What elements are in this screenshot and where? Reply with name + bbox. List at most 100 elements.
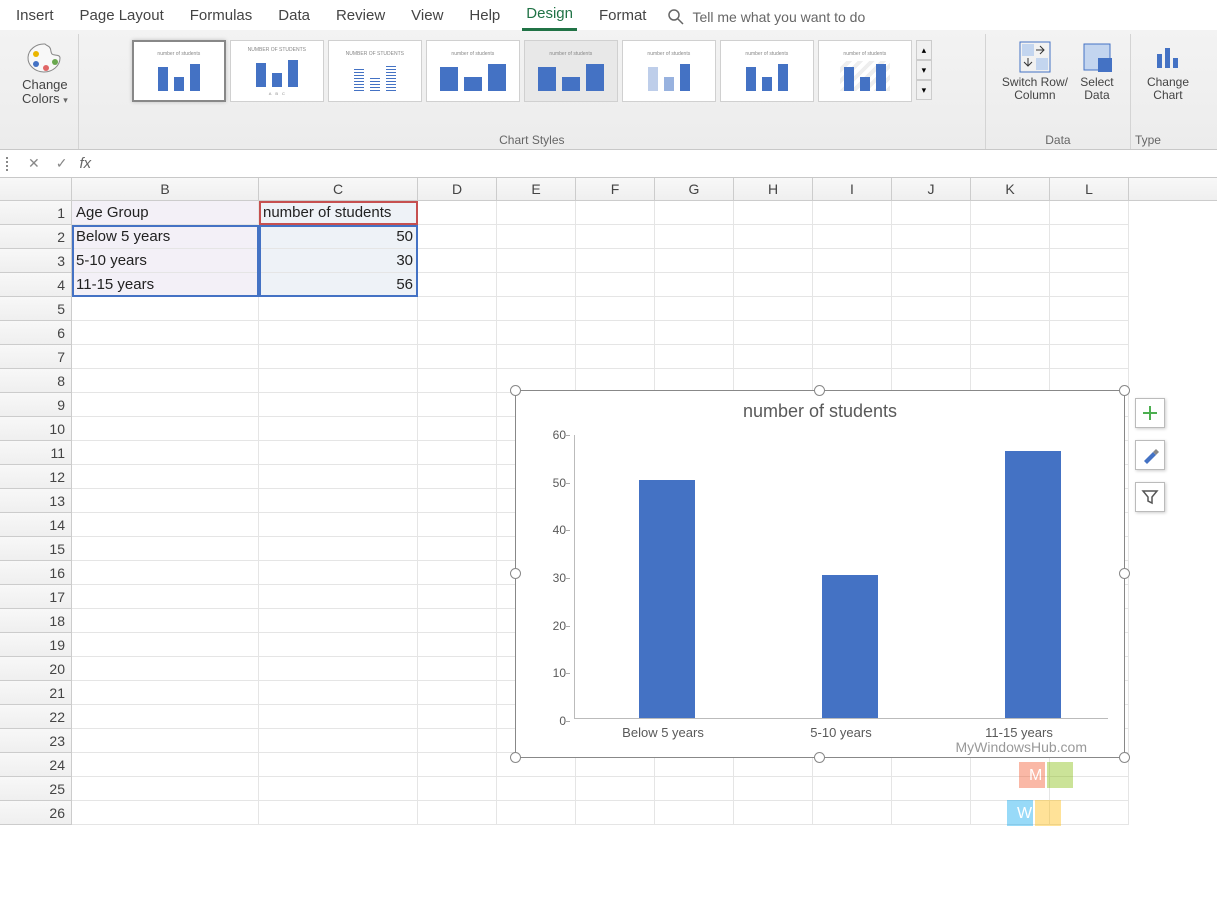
tab-format[interactable]: Format	[595, 5, 651, 30]
chart-handle-s[interactable]	[814, 752, 825, 763]
cell-E3[interactable]	[497, 249, 576, 273]
cell-D8[interactable]	[418, 369, 497, 393]
cell-G3[interactable]	[655, 249, 734, 273]
cell-B13[interactable]	[72, 489, 259, 513]
cell-L5[interactable]	[1050, 297, 1129, 321]
tab-page-layout[interactable]: Page Layout	[76, 5, 168, 30]
styles-more[interactable]: ▾	[916, 80, 932, 100]
chart-style-8[interactable]: number of students	[818, 40, 912, 102]
cell-B8[interactable]	[72, 369, 259, 393]
cell-D17[interactable]	[418, 585, 497, 609]
cell-J1[interactable]	[892, 201, 971, 225]
chart-handle-nw[interactable]	[510, 385, 521, 396]
cell-K7[interactable]	[971, 345, 1050, 369]
cell-I3[interactable]	[813, 249, 892, 273]
cell-G25[interactable]	[655, 777, 734, 801]
cell-E6[interactable]	[497, 321, 576, 345]
cell-K4[interactable]	[971, 273, 1050, 297]
cell-H5[interactable]	[734, 297, 813, 321]
cell-B22[interactable]	[72, 705, 259, 729]
cell-B26[interactable]	[72, 801, 259, 825]
cell-D15[interactable]	[418, 537, 497, 561]
cell-D10[interactable]	[418, 417, 497, 441]
cell-B18[interactable]	[72, 609, 259, 633]
row-header-5[interactable]: 5	[0, 297, 72, 321]
row-header-26[interactable]: 26	[0, 801, 72, 825]
switch-row-column-button[interactable]: Switch Row/ Column	[996, 36, 1074, 106]
cell-D12[interactable]	[418, 465, 497, 489]
row-header-15[interactable]: 15	[0, 537, 72, 561]
cell-F3[interactable]	[576, 249, 655, 273]
cell-J3[interactable]	[892, 249, 971, 273]
cell-H26[interactable]	[734, 801, 813, 825]
cell-C21[interactable]	[259, 681, 418, 705]
formula-cancel-button[interactable]: ✕	[24, 155, 44, 172]
cell-H4[interactable]	[734, 273, 813, 297]
tab-design[interactable]: Design	[522, 3, 577, 31]
cell-D1[interactable]	[418, 201, 497, 225]
row-header-16[interactable]: 16	[0, 561, 72, 585]
cell-B4[interactable]: 11-15 years	[72, 273, 259, 297]
cell-C4[interactable]: 56	[259, 273, 418, 297]
cell-D25[interactable]	[418, 777, 497, 801]
row-header-19[interactable]: 19	[0, 633, 72, 657]
cell-C13[interactable]	[259, 489, 418, 513]
cell-C3[interactable]: 30	[259, 249, 418, 273]
cell-J2[interactable]	[892, 225, 971, 249]
column-header-L[interactable]: L	[1050, 178, 1129, 200]
cell-L7[interactable]	[1050, 345, 1129, 369]
tab-review[interactable]: Review	[332, 5, 389, 30]
cell-I7[interactable]	[813, 345, 892, 369]
cell-J26[interactable]	[892, 801, 971, 825]
column-header-C[interactable]: C	[259, 178, 418, 200]
cell-G1[interactable]	[655, 201, 734, 225]
cell-D16[interactable]	[418, 561, 497, 585]
cell-J4[interactable]	[892, 273, 971, 297]
cell-E7[interactable]	[497, 345, 576, 369]
cell-E25[interactable]	[497, 777, 576, 801]
cell-J25[interactable]	[892, 777, 971, 801]
cell-H2[interactable]	[734, 225, 813, 249]
column-header-K[interactable]: K	[971, 178, 1050, 200]
row-header-18[interactable]: 18	[0, 609, 72, 633]
tab-data[interactable]: Data	[274, 5, 314, 30]
cell-I25[interactable]	[813, 777, 892, 801]
row-header-12[interactable]: 12	[0, 465, 72, 489]
cell-C23[interactable]	[259, 729, 418, 753]
cell-D18[interactable]	[418, 609, 497, 633]
cell-B21[interactable]	[72, 681, 259, 705]
column-header-G[interactable]: G	[655, 178, 734, 200]
cell-D4[interactable]	[418, 273, 497, 297]
bar-2[interactable]	[1005, 451, 1061, 718]
row-header-6[interactable]: 6	[0, 321, 72, 345]
cell-D6[interactable]	[418, 321, 497, 345]
cell-D20[interactable]	[418, 657, 497, 681]
column-header-E[interactable]: E	[497, 178, 576, 200]
cell-B14[interactable]	[72, 513, 259, 537]
cell-C19[interactable]	[259, 633, 418, 657]
row-header-23[interactable]: 23	[0, 729, 72, 753]
cell-L1[interactable]	[1050, 201, 1129, 225]
cell-B12[interactable]	[72, 465, 259, 489]
bar-0[interactable]	[639, 480, 695, 718]
cell-B19[interactable]	[72, 633, 259, 657]
cell-F1[interactable]	[576, 201, 655, 225]
cell-E1[interactable]	[497, 201, 576, 225]
cell-D24[interactable]	[418, 753, 497, 777]
cell-G4[interactable]	[655, 273, 734, 297]
cell-K6[interactable]	[971, 321, 1050, 345]
cell-L6[interactable]	[1050, 321, 1129, 345]
cell-C17[interactable]	[259, 585, 418, 609]
cell-D13[interactable]	[418, 489, 497, 513]
cell-B20[interactable]	[72, 657, 259, 681]
cell-K3[interactable]	[971, 249, 1050, 273]
chart-filter-button[interactable]	[1135, 482, 1165, 512]
column-header-F[interactable]: F	[576, 178, 655, 200]
chart-handle-n[interactable]	[814, 385, 825, 396]
formula-enter-button[interactable]: ✓	[52, 155, 72, 172]
cell-I4[interactable]	[813, 273, 892, 297]
change-chart-type-button[interactable]: Change Chart	[1141, 36, 1195, 106]
chart-handle-w[interactable]	[510, 568, 521, 579]
select-data-button[interactable]: Select Data	[1074, 36, 1120, 106]
cell-F26[interactable]	[576, 801, 655, 825]
